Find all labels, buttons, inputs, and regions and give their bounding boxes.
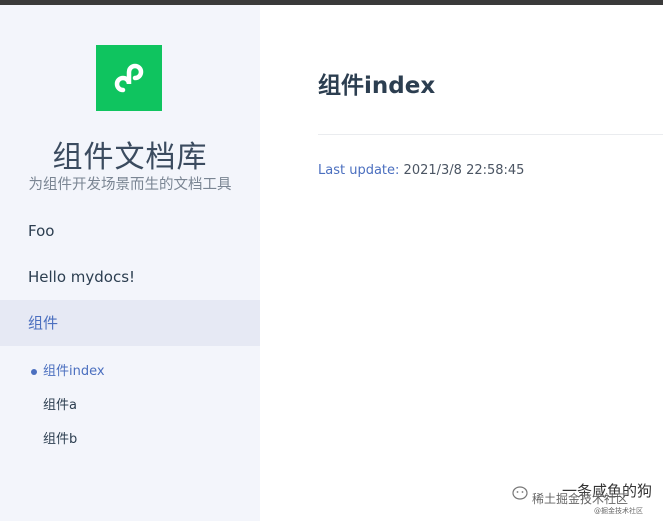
last-update-label: Last update:	[318, 163, 400, 178]
title-divider	[318, 134, 663, 135]
sidebar-subitem-label: 组件a	[43, 398, 77, 413]
sidebar-nav: Foo Hello mydocs! 组件	[0, 208, 260, 346]
wechat-icon	[512, 486, 528, 500]
site-logo[interactable]	[96, 45, 162, 111]
last-update: Last update: 2021/3/8 22:58:45	[318, 163, 524, 178]
sidebar-item-hello-mydocs[interactable]: Hello mydocs!	[0, 254, 260, 300]
sidebar-subitem-label: 组件index	[43, 364, 105, 379]
sidebar-subitem-a[interactable]: 组件a	[0, 389, 260, 423]
watermark-sub-small: @掘金技术社区	[594, 507, 643, 515]
site-subtitle: 为组件开发场景而生的文档工具	[28, 177, 232, 193]
sidebar-subitem-index[interactable]: 组件index	[0, 355, 260, 389]
sidebar-item-foo[interactable]: Foo	[0, 208, 260, 254]
sidebar: 组件文档库 为组件开发场景而生的文档工具 Foo Hello mydocs! 组…	[0, 5, 260, 521]
page-title: 组件index	[318, 73, 436, 99]
sidebar-subnav: 组件index 组件a 组件b	[0, 355, 260, 457]
mini-program-icon	[114, 63, 144, 93]
active-dot-icon	[31, 369, 37, 375]
sidebar-subitem-b[interactable]: 组件b	[0, 423, 260, 457]
sidebar-item-components[interactable]: 组件	[0, 300, 260, 346]
sidebar-subitem-label: 组件b	[43, 432, 78, 447]
site-title: 组件文档库	[52, 140, 208, 175]
watermark-sub: 稀土掘金技术社区	[532, 492, 629, 506]
last-update-value: 2021/3/8 22:58:45	[403, 163, 525, 178]
watermark: 一条咸鱼的狗 稀土掘金技术社区 @掘金技术社区	[508, 480, 658, 518]
